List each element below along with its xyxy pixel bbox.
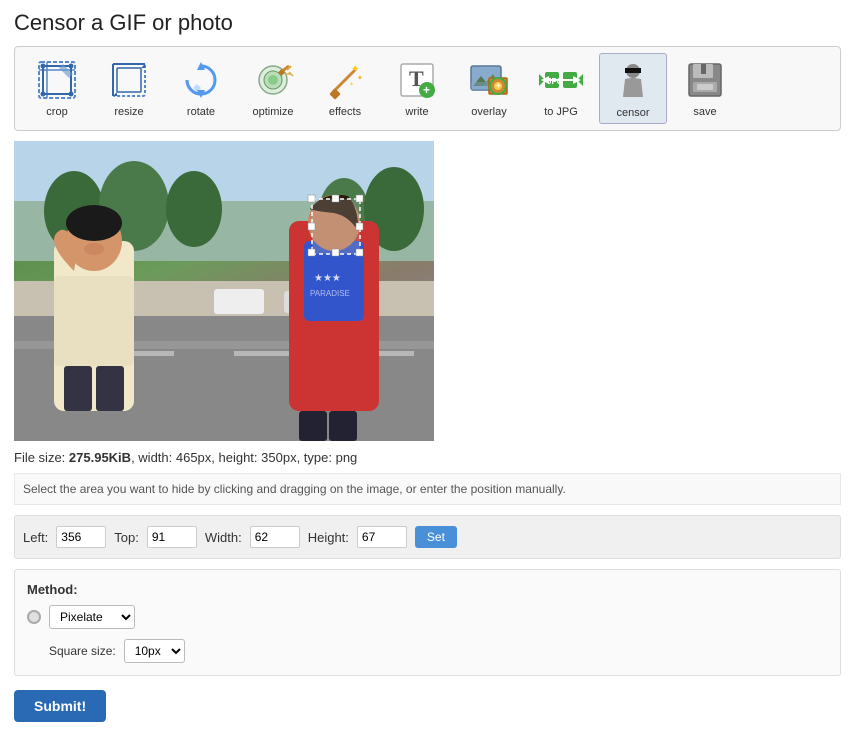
rotate-icon bbox=[178, 57, 224, 103]
write-icon: T + bbox=[394, 57, 440, 103]
height-label: Height: bbox=[308, 530, 349, 545]
toolbar-label-effects: effects bbox=[329, 106, 361, 118]
toolbar-label-to-jpg: to JPG bbox=[544, 106, 578, 118]
method-section: Method: Pixelate Blur Black bar White ba… bbox=[14, 569, 841, 676]
file-info-rest: , width: 465px, height: 350px, type: png bbox=[131, 450, 357, 465]
width-label: Width: bbox=[205, 530, 242, 545]
svg-text:✦: ✦ bbox=[357, 74, 363, 82]
svg-text:+: + bbox=[423, 83, 430, 97]
toolbar-item-optimize[interactable]: optimize bbox=[239, 53, 307, 124]
square-size-select[interactable]: 5px 10px 15px 20px bbox=[124, 639, 185, 663]
toolbar-item-crop[interactable]: crop bbox=[23, 53, 91, 124]
toolbar-label-crop: crop bbox=[46, 106, 67, 118]
top-input[interactable] bbox=[147, 526, 197, 548]
file-info-text: File size: bbox=[14, 450, 69, 465]
svg-text:JPG: JPG bbox=[547, 77, 563, 86]
image-area[interactable]: ★★★ PARADISE bbox=[14, 141, 434, 441]
overlay-icon: + bbox=[466, 57, 512, 103]
pixelate-radio[interactable] bbox=[27, 610, 41, 624]
svg-text:+: + bbox=[496, 81, 501, 90]
square-size-row: Square size: 5px 10px 15px 20px bbox=[27, 639, 828, 663]
file-info: File size: 275.95KiB, width: 465px, heig… bbox=[14, 450, 841, 465]
toolbar-label-censor: censor bbox=[616, 107, 649, 119]
position-row: Left: Top: Width: Height: Set bbox=[14, 515, 841, 559]
toolbar-item-resize[interactable]: resize bbox=[95, 53, 163, 124]
svg-text:PARADISE: PARADISE bbox=[310, 289, 350, 298]
width-input[interactable] bbox=[250, 526, 300, 548]
crop-icon bbox=[34, 57, 80, 103]
resize-icon bbox=[106, 57, 152, 103]
toolbar-item-censor[interactable]: censor bbox=[599, 53, 667, 124]
svg-text:★★★: ★★★ bbox=[314, 273, 341, 284]
toolbar-label-overlay: overlay bbox=[471, 106, 506, 118]
save-icon bbox=[682, 57, 728, 103]
to-jpg-icon: JPG bbox=[538, 57, 584, 103]
toolbar-item-to-jpg[interactable]: JPG to JPG bbox=[527, 53, 595, 124]
left-input[interactable] bbox=[56, 526, 106, 548]
set-button[interactable]: Set bbox=[415, 526, 457, 548]
toolbar-item-effects[interactable]: ✦ ✦ ✦ effects bbox=[311, 53, 379, 124]
method-select[interactable]: Pixelate Blur Black bar White bar bbox=[49, 605, 135, 629]
effects-icon: ✦ ✦ ✦ bbox=[322, 57, 368, 103]
toolbar-item-rotate[interactable]: rotate bbox=[167, 53, 235, 124]
toolbar-label-write: write bbox=[405, 106, 428, 118]
main-image[interactable]: ★★★ PARADISE bbox=[14, 141, 434, 441]
file-size: 275.95KiB bbox=[69, 450, 131, 465]
toolbar-label-rotate: rotate bbox=[187, 106, 215, 118]
method-row: Pixelate Blur Black bar White bar bbox=[27, 605, 828, 629]
top-label: Top: bbox=[114, 530, 139, 545]
toolbar-item-save[interactable]: save bbox=[671, 53, 739, 124]
square-size-label: Square size: bbox=[49, 644, 116, 658]
toolbar-item-overlay[interactable]: + overlay bbox=[455, 53, 523, 124]
toolbar: crop resize rota bbox=[14, 46, 841, 131]
toolbar-label-optimize: optimize bbox=[253, 106, 294, 118]
height-input[interactable] bbox=[357, 526, 407, 548]
toolbar-item-write[interactable]: T + write bbox=[383, 53, 451, 124]
censor-icon bbox=[610, 58, 656, 104]
svg-text:✦: ✦ bbox=[351, 64, 359, 75]
left-label: Left: bbox=[23, 530, 48, 545]
toolbar-label-save: save bbox=[693, 106, 716, 118]
instruction-text: Select the area you want to hide by clic… bbox=[14, 473, 841, 505]
page-title: Censor a GIF or photo bbox=[14, 10, 841, 36]
optimize-icon bbox=[250, 57, 296, 103]
method-label: Method: bbox=[27, 582, 828, 597]
svg-text:✦: ✦ bbox=[349, 81, 354, 88]
submit-button[interactable]: Submit! bbox=[14, 690, 106, 722]
toolbar-label-resize: resize bbox=[114, 106, 143, 118]
